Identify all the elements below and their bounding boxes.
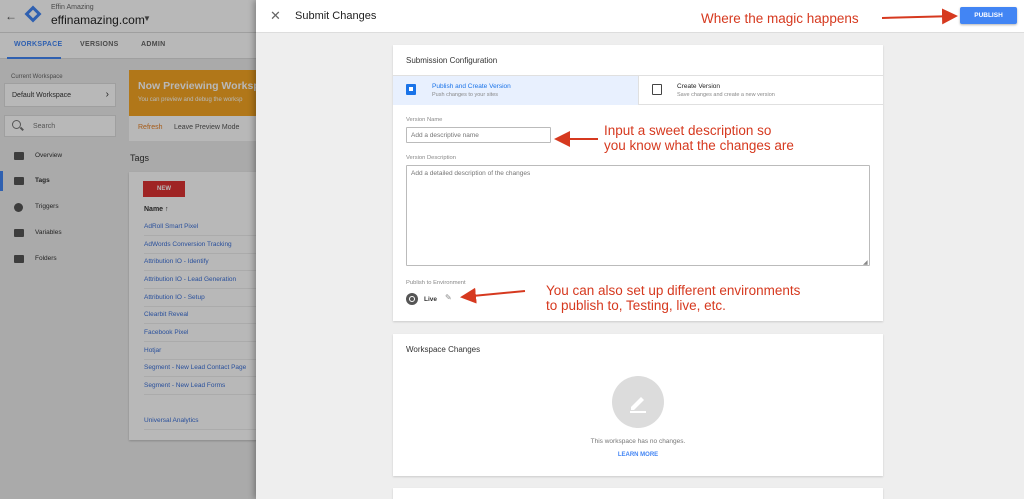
annotation-publish: Where the magic happens <box>701 11 859 26</box>
annotation-description-line2: you know what the changes are <box>604 138 794 153</box>
arrow-to-publish <box>881 8 958 25</box>
annotation-description-line1: Input a sweet description so <box>604 123 772 138</box>
annotation-environments-line2: to publish to, Testing, live, etc. <box>546 298 726 313</box>
annotation-arrows <box>460 8 958 304</box>
arrow-to-environment <box>460 287 526 304</box>
annotation-environments-line1: You can also set up different environmen… <box>546 283 801 298</box>
